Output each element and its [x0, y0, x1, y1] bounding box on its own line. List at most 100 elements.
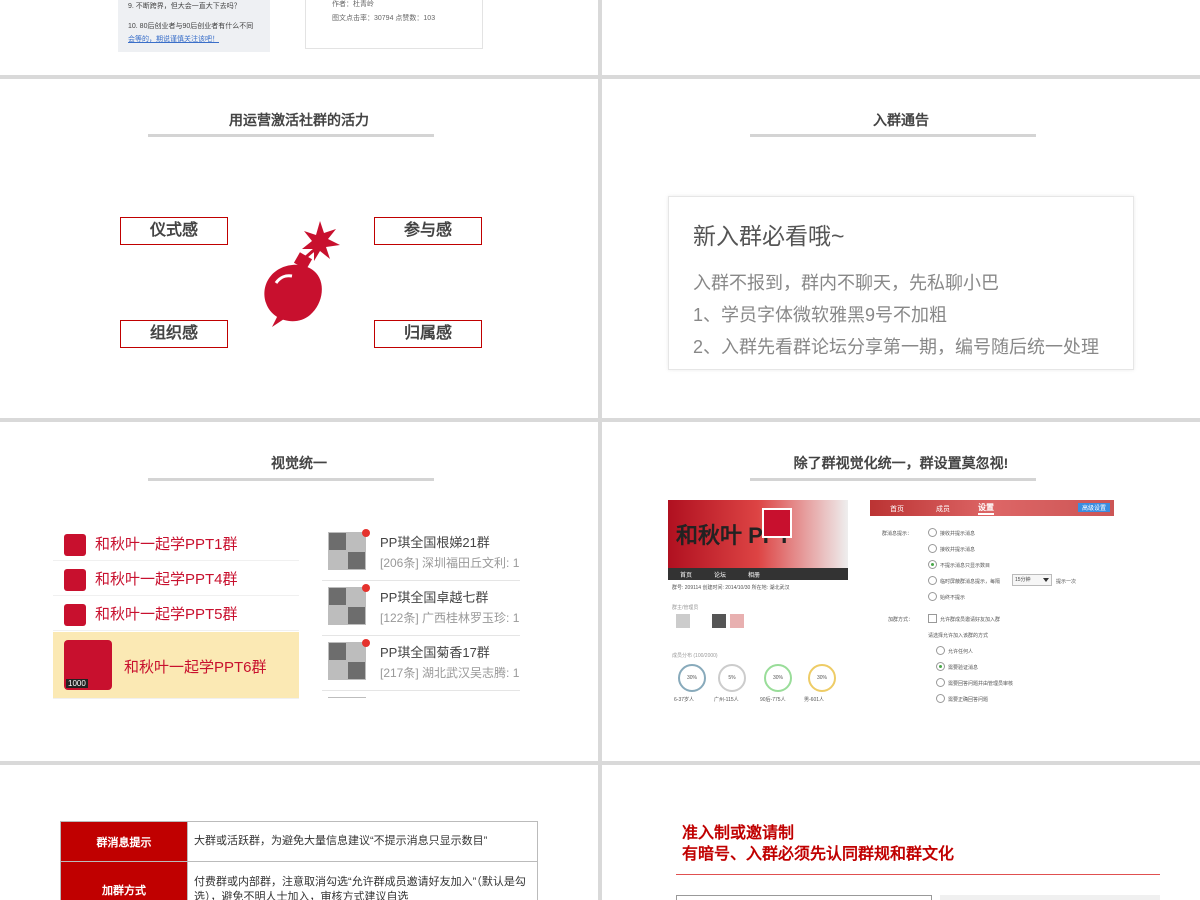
advanced-settings-link[interactable]: 高级设置: [1077, 503, 1110, 512]
label-organization: 组织感: [120, 320, 228, 348]
slide-visual-unity: 视觉统一 和秋叶一起学PPT1群 和秋叶一起学PPT4群 和秋叶一起学PPT5群…: [0, 422, 598, 761]
msg-option-radio[interactable]: [928, 544, 937, 553]
msg-option-label: 接收并提示消息: [940, 547, 976, 553]
msg-option-label: 临时屏蔽群消息提示，每隔: [940, 579, 1001, 585]
title-divider: [750, 134, 1036, 137]
tip-link[interactable]: 会等的，期说谨慎关注该吧！: [128, 34, 219, 44]
stat-circle: 30%: [808, 664, 836, 692]
list-item[interactable]: 和秋叶一起学PPT1群: [53, 526, 299, 561]
avatar: [676, 614, 690, 628]
label-participation: 参与感: [374, 217, 482, 245]
slide-title: 用运营激活社群的活力: [229, 112, 369, 128]
msg-option-radio[interactable]: [928, 576, 937, 585]
join-option-radio[interactable]: [936, 662, 945, 671]
list-item[interactable]: 和秋叶一起学PPT5群: [53, 596, 299, 631]
group-name: 和秋叶一起学PPT5群: [95, 606, 238, 623]
list-item-selected[interactable]: 1000 和秋叶一起学PPT6群: [53, 632, 299, 699]
group-name: PP琪全国卓越七群: [380, 590, 489, 605]
tip-line: 10. 80后创业者与90后创业者有什么不同: [128, 23, 254, 30]
settings-table: 群消息提示 大群或活跃群，为避免大量信息建议“不提示消息只显示数目” 加群方式 …: [60, 821, 538, 900]
join-option-label: 需要正确回答问题: [948, 697, 989, 703]
table-key: 加群方式: [60, 861, 188, 900]
title-divider: [750, 478, 1036, 481]
msg-option-label: 不提示消息只显示数目: [940, 563, 991, 569]
list-item[interactable]: [322, 691, 520, 698]
tab-forum[interactable]: 论坛: [714, 570, 726, 579]
group-name: 和秋叶一起学PPT1群: [95, 536, 238, 553]
join-invite-checkbox[interactable]: [928, 614, 937, 623]
group-settings-screenshot: 首页 成员 设置 高级设置 群消息提示： 接收并提示消息 接收并提示消息 不提示…: [870, 500, 1114, 706]
label-belonging: 归属感: [374, 320, 482, 348]
stat-value: 30%: [686, 675, 697, 681]
stat-label: 广州-115人: [714, 697, 739, 703]
group-avatar-icon: [328, 642, 366, 680]
group-name: 和秋叶一起学PPT4群: [95, 571, 238, 588]
group-avatar-icon: [328, 587, 366, 625]
notice-line: 2、入群先看群论坛分享第一期，编号随后统一处理: [693, 337, 1100, 357]
msg-option-radio[interactable]: [928, 592, 937, 601]
join-option-radio[interactable]: [936, 646, 945, 655]
stat-circle: 5%: [718, 664, 746, 692]
notice-card: 新入群必看哦~ 入群不报到，群内不聊天，先私聊小巴 1、学员字体微软雅黑9号不加…: [668, 196, 1134, 370]
msg-setting-label: 群消息提示：: [882, 531, 913, 537]
msg-option-label: 始终不提示: [940, 595, 966, 601]
group-info: 群号: 209114 创建时间: 2014/10/30 所在地: 湖北武汉: [672, 585, 790, 591]
stat-circle: 30%: [678, 664, 706, 692]
list-item[interactable]: PP琪全国菊香17群 [217条] 湖北武汉吴志腾: 1: [322, 636, 520, 691]
group-avatar-icon: [64, 569, 86, 591]
slide-blank: [602, 0, 1200, 75]
tip-line: 9. 不断跨界，但大会一直大下去吗？: [128, 3, 241, 10]
stat-label: 男-601人: [804, 697, 825, 703]
chevron-down-icon: [1043, 578, 1049, 582]
msg-option-radio[interactable]: [928, 528, 937, 537]
stats-label: 成员分布 (100/2000): [672, 653, 718, 659]
group-name: PP琪全国根娣21群: [380, 535, 490, 550]
notice-line: 入群不报到，群内不聊天，先私聊小巴: [693, 273, 999, 293]
slide-settings-table: 群消息提示 大群或活跃群，为避免大量信息建议“不提示消息只显示数目” 加群方式 …: [0, 765, 598, 900]
avatar: [712, 614, 726, 628]
slide-group-settings: 除了群视觉化统一，群设置莫忽视! 和秋叶 PPT 首页 论坛 相册 群号: 20…: [602, 422, 1200, 761]
group-avatar-icon: [64, 534, 86, 556]
article-stats: 图文点击率：30794 点赞数：103: [332, 15, 436, 22]
tips-panel: 9. 不断跨界，但大会一直大下去吗？ 10. 80后创业者与90后创业者有什么不…: [118, 0, 270, 52]
join-option-label: 允许任何人: [948, 649, 974, 655]
join-method-hint: 请选择允许加入该群的方式: [928, 633, 989, 639]
group-avatar-icon: [328, 697, 366, 698]
join-option-radio[interactable]: [936, 694, 945, 703]
group-name: 和秋叶一起学PPT6群: [124, 659, 267, 676]
stat-label: 6-37岁人: [674, 697, 695, 703]
tab-home[interactable]: 首页: [890, 504, 904, 514]
slide-title: 入群通告: [873, 112, 929, 128]
join-setting-label: 加群方式：: [888, 617, 914, 623]
article-panel: 作者：杜青岭 图文点击率：30794 点赞数：103: [305, 0, 483, 49]
notice-title: 新入群必看哦~: [693, 223, 845, 249]
list-item[interactable]: PP琪全国根娣21群 [206条] 深圳福田丘文利: 1: [322, 526, 520, 581]
group-list-right: PP琪全国根娣21群 [206条] 深圳福田丘文利: 1 PP琪全国卓越七群 […: [322, 526, 520, 698]
table-value: 付费群或内部群，注意取消勾选“允许群成员邀请好友加入”（默认是勾选），避免不明人…: [187, 861, 538, 900]
unread-dot-icon: [362, 529, 370, 537]
label-ritual: 仪式感: [120, 217, 228, 245]
article-author: 作者：杜青岭: [332, 1, 374, 8]
heading-divider: [676, 874, 1160, 875]
list-item[interactable]: PP琪全国卓越七群 [122条] 广西桂林罗玉珍: 1: [322, 581, 520, 636]
msg-option-radio[interactable]: [928, 560, 937, 569]
join-invite-label: 允许群成员邀请好友加入群: [940, 617, 1001, 623]
slide-title: 除了群视觉化统一，群设置莫忽视!: [793, 455, 1009, 471]
join-option-radio[interactable]: [936, 678, 945, 687]
group-last-message: [122条] 广西桂林罗玉珍: 1: [380, 611, 520, 625]
table-row: 加群方式 付费群或内部群，注意取消勾选“允许群成员邀请好友加入”（默认是勾选），…: [60, 861, 538, 900]
table-row: 群消息提示 大群或活跃群，为避免大量信息建议“不提示消息只显示数目”: [60, 821, 538, 862]
tab-settings[interactable]: 设置: [978, 502, 994, 515]
tab-home[interactable]: 首页: [680, 570, 692, 579]
tab-members[interactable]: 成员: [936, 504, 950, 514]
title-divider: [148, 478, 434, 481]
side-panel: [940, 895, 1160, 900]
stat-value: 5%: [728, 675, 736, 681]
group-list-left: 和秋叶一起学PPT1群 和秋叶一起学PPT4群 和秋叶一起学PPT5群 1000…: [53, 526, 299, 699]
stat-value: 30%: [772, 675, 783, 681]
admin-avatars: [676, 614, 746, 628]
list-item[interactable]: 和秋叶一起学PPT4群: [53, 561, 299, 596]
tab-album[interactable]: 相册: [748, 570, 760, 579]
interval-select[interactable]: 15分钟: [1012, 574, 1052, 586]
group-last-message: [206条] 深圳福田丘文利: 1: [380, 556, 520, 570]
